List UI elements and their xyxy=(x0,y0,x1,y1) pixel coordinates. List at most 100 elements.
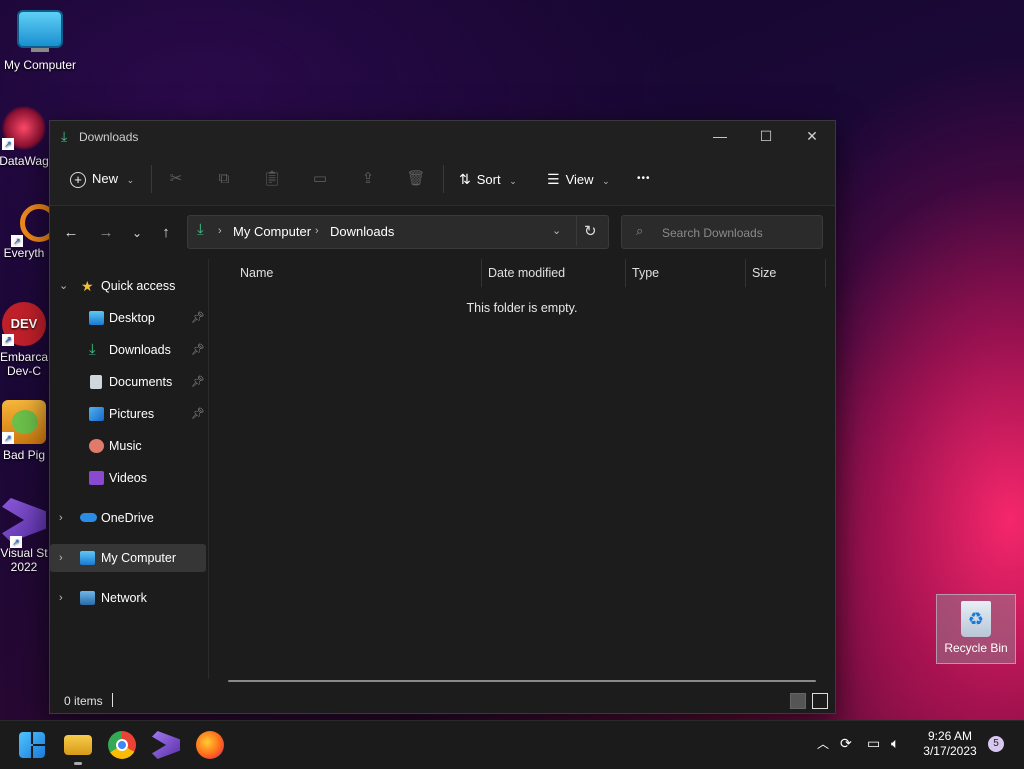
column-header-date-modified[interactable]: Date modified xyxy=(488,266,565,280)
breadcrumb-my-computer[interactable]: My Computer xyxy=(233,224,311,239)
clock[interactable]: 9:26 AM 3/17/2023 xyxy=(916,729,984,759)
clock-time: 9:26 AM xyxy=(927,729,973,743)
breadcrumb-downloads[interactable]: Downloads xyxy=(330,224,394,239)
monitor-icon xyxy=(80,551,95,565)
file-list: Name Date modified Type Size This folder… xyxy=(209,259,835,679)
more-options-button[interactable]: ••• xyxy=(637,167,651,191)
sidebar-item-videos[interactable]: Videos xyxy=(50,464,206,492)
sync-icon[interactable]: ⟳ xyxy=(840,735,852,752)
sort-button[interactable]: ⇅ Sort ⌄ xyxy=(459,167,517,191)
share-icon[interactable]: ⇪ xyxy=(356,167,380,191)
recent-locations-chevron-icon[interactable]: ⌄ xyxy=(124,220,150,246)
search-input[interactable] xyxy=(660,223,814,243)
title-bar[interactable]: ⤓ Downloads — ☐ ✕ xyxy=(50,121,835,153)
clock-date: 3/17/2023 xyxy=(923,744,977,758)
column-header-name[interactable]: Name xyxy=(240,266,273,280)
pin-icon[interactable]: 📌︎ xyxy=(191,368,205,396)
sidebar-item-desktop[interactable]: Desktop 📌︎ xyxy=(50,304,206,332)
chevron-down-icon: ⌄ xyxy=(509,176,517,186)
close-button[interactable]: ✕ xyxy=(789,121,835,153)
chrome-icon[interactable] xyxy=(108,731,136,759)
search-box[interactable]: ⌕ xyxy=(621,215,823,249)
chevron-right-icon: › xyxy=(59,592,63,604)
desktop-icon-everything[interactable]: ↗ Everyth xyxy=(0,204,54,260)
start-button-windows-icon[interactable] xyxy=(19,732,45,758)
horizontal-scrollbar[interactable] xyxy=(228,680,816,682)
sidebar-item-quick-access[interactable]: ⌄ ★ Quick access xyxy=(50,272,206,300)
address-dropdown-chevron-icon[interactable]: ⌄ xyxy=(552,224,561,237)
cut-icon[interactable]: ✂ xyxy=(164,167,188,191)
forward-arrow-icon[interactable]: → xyxy=(93,220,119,246)
sidebar-item-my-computer[interactable]: › My Computer xyxy=(50,544,206,572)
item-count: 0 items xyxy=(64,694,103,708)
column-header-size[interactable]: Size xyxy=(752,266,776,280)
empty-folder-message: This folder is empty. xyxy=(466,301,578,315)
monitor-icon xyxy=(17,10,63,48)
pin-icon[interactable]: 📌︎ xyxy=(191,304,205,332)
copy-icon[interactable]: ⧉ xyxy=(212,167,236,191)
bad-piggies-icon: ↗ xyxy=(2,400,46,444)
column-divider[interactable] xyxy=(481,259,482,287)
shortcut-arrow-icon: ↗ xyxy=(2,432,14,444)
column-divider[interactable] xyxy=(625,259,626,287)
desktop-icon-bad-piggies[interactable]: ↗ Bad Pig xyxy=(0,400,54,462)
file-explorer-taskbar-icon[interactable] xyxy=(64,735,92,755)
desktop-icon-recycle-bin[interactable]: ♻ Recycle Bin xyxy=(936,594,1016,664)
sidebar-item-music[interactable]: Music xyxy=(50,432,206,460)
sidebar-item-pictures[interactable]: Pictures 📌︎ xyxy=(50,400,206,428)
plus-circle-icon: + xyxy=(70,171,86,188)
delete-icon[interactable]: 🗑︎ xyxy=(404,167,428,191)
desktop-icon-my-computer[interactable]: My Computer xyxy=(0,10,80,72)
sidebar-item-label: Music xyxy=(109,439,142,453)
search-icon: ⌕ xyxy=(636,223,644,238)
up-arrow-icon[interactable]: ↑ xyxy=(153,220,179,246)
sidebar-item-network[interactable]: › Network xyxy=(50,584,206,612)
desktop-folder-icon xyxy=(89,311,104,325)
volume-icon[interactable]: 🔈︎ xyxy=(891,735,899,752)
running-indicator xyxy=(74,762,82,765)
sidebar-item-label: Network xyxy=(101,591,147,605)
chevron-down-icon: ⌄ xyxy=(602,176,610,186)
column-divider[interactable] xyxy=(745,259,746,287)
navigation-row: ← → ⌄ ↑ ⤓ › My Computer › Downloads ⌄ ↻ … xyxy=(50,206,835,258)
breadcrumb-separator-icon: › xyxy=(315,225,319,237)
back-arrow-icon[interactable]: ← xyxy=(58,220,84,246)
view-button[interactable]: ☰ View ⌄ xyxy=(547,167,610,191)
column-header-type[interactable]: Type xyxy=(632,266,659,280)
visual-studio-icon[interactable] xyxy=(152,731,180,759)
sidebar-item-label: Videos xyxy=(109,471,147,485)
star-icon: ★ xyxy=(81,278,94,294)
minimize-button[interactable]: — xyxy=(697,121,743,153)
rename-icon[interactable]: ▭ xyxy=(308,167,332,191)
desktop-icon-devcpp[interactable]: DEV ↗ Embarca Dev-C xyxy=(0,302,54,378)
paste-icon[interactable]: 📋︎ xyxy=(260,167,284,191)
sidebar-item-onedrive[interactable]: › OneDrive xyxy=(50,504,206,532)
new-button[interactable]: + New ⌄ xyxy=(70,167,134,191)
maximize-button[interactable]: ☐ xyxy=(743,121,789,153)
recycle-bin-icon: ♻ xyxy=(961,601,991,637)
sidebar-item-label: OneDrive xyxy=(101,511,154,525)
shortcut-arrow-icon: ↗ xyxy=(2,138,14,150)
pin-icon[interactable]: 📌︎ xyxy=(191,400,205,428)
downloads-icon: ⤓ xyxy=(61,128,68,144)
sidebar-item-documents[interactable]: Documents 📌︎ xyxy=(50,368,206,396)
sidebar-item-label: Documents xyxy=(109,375,173,389)
pin-icon[interactable]: 📌︎ xyxy=(191,336,205,364)
column-divider[interactable] xyxy=(825,259,826,287)
notification-badge[interactable]: 5 xyxy=(988,736,1004,752)
command-bar: + New ⌄ ✂ ⧉ 📋︎ ▭ ⇪ 🗑︎ ⇅ Sort ⌄ ☰ View ⌄ ••• xyxy=(50,153,835,206)
downloads-icon: ⤓ xyxy=(89,341,96,358)
details-view-icon[interactable] xyxy=(790,693,806,709)
recycle-bin-label: Recycle Bin xyxy=(944,641,1008,655)
sidebar-item-downloads[interactable]: ⤓ Downloads 📌︎ xyxy=(50,336,206,364)
show-hidden-icons-chevron-icon[interactable]: ︿ xyxy=(817,735,829,752)
taskbar: ︿ ⟳ ▭ 🔈︎ 9:26 AM 3/17/2023 5 xyxy=(0,720,1024,769)
desktop-icon-visual-studio[interactable]: ↗ Visual St 2022 xyxy=(0,498,54,574)
network-status-icon[interactable]: ▭ xyxy=(867,735,880,752)
desktop-icon-label: DataWag xyxy=(0,154,49,168)
address-bar[interactable]: ⤓ › My Computer › Downloads ⌄ ↻ xyxy=(187,215,609,249)
desktop-icon-datawag[interactable]: ↗ DataWag xyxy=(0,106,54,168)
firefox-icon[interactable] xyxy=(196,731,224,759)
large-icons-view-icon[interactable] xyxy=(812,693,828,709)
refresh-icon[interactable]: ↻ xyxy=(584,222,597,240)
